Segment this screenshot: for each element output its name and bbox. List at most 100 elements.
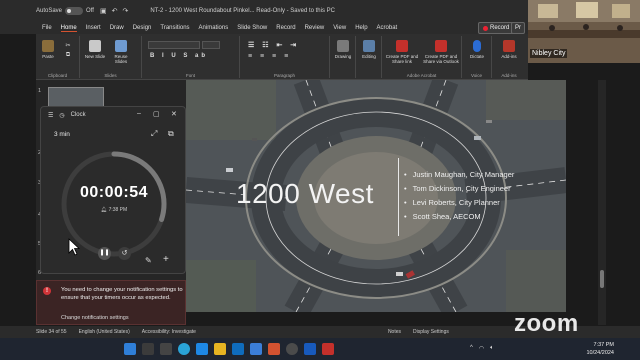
drawing-group: Drawing <box>330 36 356 78</box>
slide-counter: Slide 34 of 55 <box>36 329 67 335</box>
editing-group: Editing <box>356 36 382 78</box>
maximize-icon[interactable]: ▢ <box>153 110 160 118</box>
present-label: Pr <box>515 25 521 31</box>
addins-button[interactable]: Add-ins <box>497 40 521 59</box>
new-slide-button[interactable]: New Slide <box>84 40 106 59</box>
participant-name: Nibley City <box>530 49 568 58</box>
voice-label: Voice <box>470 73 482 78</box>
new-slide-label: New Slide <box>84 54 106 59</box>
minimize-icon[interactable]: – <box>137 110 141 117</box>
create-pdf-outlook-button[interactable]: Create PDF and Share via Outlook <box>422 40 460 64</box>
adobe-acrobat-label: Adobe Acrobat <box>406 73 437 78</box>
create-pdf-share-button[interactable]: Create PDF and Share link <box>384 40 420 64</box>
accessibility-indicator[interactable]: Accessibility: Investigate <box>142 329 196 335</box>
change-notification-settings-link[interactable]: Change notification settings <box>61 315 129 321</box>
drawing-label: Drawing <box>334 54 352 59</box>
font-size-field[interactable] <box>202 41 220 49</box>
display-settings-button[interactable]: Display Settings <box>413 329 449 335</box>
zoom-logo: zoom <box>514 310 579 337</box>
new-slide-icon <box>89 40 101 52</box>
edge-icon[interactable] <box>196 343 208 355</box>
file-explorer-icon[interactable] <box>214 343 226 355</box>
volume-icon[interactable]: 🔈︎ <box>490 345 494 352</box>
wifi-icon[interactable]: ◠ <box>479 345 484 352</box>
tab-record[interactable]: Record <box>276 25 295 31</box>
paste-button[interactable]: Paste <box>40 40 56 59</box>
acrobat-icon[interactable] <box>322 343 334 355</box>
tab-review[interactable]: Review <box>305 25 325 31</box>
list-item: Scott Shea, AECOM <box>404 212 514 221</box>
tab-animations[interactable]: Animations <box>199 25 229 31</box>
chevron-up-icon[interactable]: ^ <box>470 345 473 352</box>
ribbon-tabs: File Home Insert Draw Design Transitions… <box>0 22 528 34</box>
present-button[interactable]: Pr <box>511 22 525 34</box>
record-button[interactable]: Record <box>478 22 515 34</box>
reset-button[interactable]: ↺ <box>118 247 131 260</box>
font-name-field[interactable] <box>148 41 200 49</box>
participant-video[interactable]: Nibley City <box>528 0 640 63</box>
zoom-app-icon[interactable] <box>250 343 262 355</box>
browser-icon[interactable] <box>178 343 190 355</box>
tab-transitions[interactable]: Transitions <box>160 25 189 31</box>
search-icon[interactable] <box>142 343 154 355</box>
quick-access-toolbar: ▣ ↶ ↷ <box>100 7 128 15</box>
notes-button[interactable]: Notes <box>388 329 401 335</box>
expand-icon[interactable]: ⤢ <box>151 129 157 139</box>
tab-insert[interactable]: Insert <box>86 25 101 31</box>
start-icon[interactable] <box>124 343 136 355</box>
font-group: B I U S ab Font <box>142 36 240 78</box>
tab-design[interactable]: Design <box>133 25 152 31</box>
create-pdf-outlook-label: Create PDF and Share via Outlook <box>423 54 459 64</box>
paste-label: Paste <box>42 54 54 59</box>
dictate-button[interactable]: Dictate <box>465 40 489 59</box>
list-icons[interactable]: ☰ ☷ ⇤ ⇥ <box>248 41 299 49</box>
add-timer-icon[interactable]: + <box>163 254 169 265</box>
font-format-icons[interactable]: B I U S ab <box>150 53 208 59</box>
redo-icon[interactable]: ↷ <box>122 7 128 15</box>
clock-titlebar: ☰ ◷ Clock <box>41 107 185 123</box>
hamburger-icon[interactable]: ☰ <box>48 112 53 119</box>
pause-button[interactable]: ❚❚ <box>98 247 111 260</box>
tab-acrobat[interactable]: Acrobat <box>377 25 398 31</box>
shapes-icon <box>337 40 349 52</box>
error-icon: ! <box>43 287 51 295</box>
taskbar-clock[interactable]: 7:37 PM 10/24/2024 <box>586 341 614 357</box>
editing-button[interactable]: Editing <box>358 40 380 59</box>
clock-app-title: Clock <box>70 112 86 118</box>
tab-file[interactable]: File <box>42 25 52 31</box>
autosave-toggle[interactable]: AutoSave Off <box>36 7 94 15</box>
save-icon[interactable]: ▣ <box>100 7 107 15</box>
search-icon <box>363 40 375 52</box>
slide-canvas[interactable]: 1200 West Justin Maughan, City Manager T… <box>186 80 566 312</box>
clock-app-icon: ◷ <box>59 112 65 119</box>
window-title: NT-2 - 1200 West Roundabout Pinkel... Re… <box>150 8 335 14</box>
task-view-icon[interactable] <box>160 343 172 355</box>
keep-on-top-icon[interactable]: ⧉ <box>168 129 174 139</box>
scrollbar-thumb[interactable] <box>600 270 604 288</box>
close-icon[interactable]: ✕ <box>171 110 177 118</box>
tab-help[interactable]: Help <box>355 25 367 31</box>
clipboard-icon <box>42 40 54 52</box>
presenter-list: Justin Maughan, City Manager Tom Dickins… <box>404 170 515 226</box>
taskbar-date: 10/24/2024 <box>586 350 614 356</box>
word-icon[interactable] <box>304 343 316 355</box>
autosave-label: AutoSave <box>36 8 63 14</box>
copy-icon[interactable]: ⧉ <box>62 52 74 59</box>
align-icons[interactable]: ≡ ≡ ≡ ≡ <box>248 53 291 60</box>
powerpoint-icon[interactable] <box>268 343 280 355</box>
tab-view[interactable]: View <box>333 25 346 31</box>
slides-group: New Slide Reuse Slides Slides <box>80 36 142 78</box>
language-indicator[interactable]: English (United States) <box>79 329 130 335</box>
drawing-button[interactable]: Drawing <box>332 40 354 59</box>
tab-slide-show[interactable]: Slide Show <box>237 25 267 31</box>
vertical-scrollbar[interactable] <box>598 80 606 325</box>
tab-draw[interactable]: Draw <box>110 25 124 31</box>
tab-home[interactable]: Home <box>60 25 77 32</box>
clock-window[interactable]: ☰ ◷ Clock – ▢ ✕ 3 min ⤢ ⧉ 00:00:54 🔔︎ 7:… <box>40 106 186 274</box>
clock-taskbar-icon[interactable] <box>286 343 298 355</box>
undo-icon[interactable]: ↶ <box>112 7 118 15</box>
edit-icon[interactable]: ✎ <box>145 256 152 265</box>
outlook-icon[interactable] <box>232 343 244 355</box>
reuse-slides-button[interactable]: Reuse Slides <box>110 40 132 64</box>
cut-icon[interactable]: ✂ <box>62 42 74 49</box>
